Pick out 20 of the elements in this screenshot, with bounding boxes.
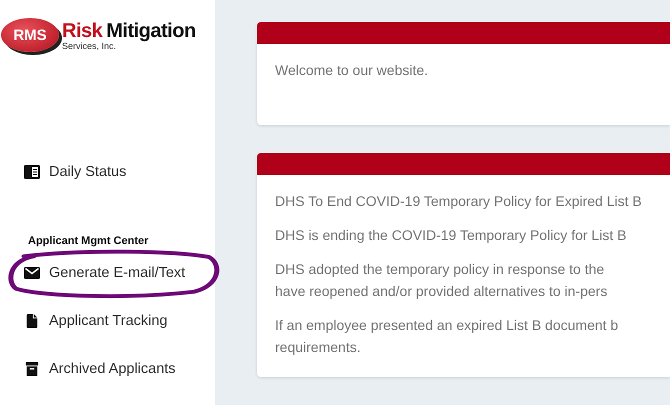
paragraph-line: DHS adopted the temporary policy in response to the: [275, 260, 606, 279]
paragraph-line: If an employee presented an expired List B document b: [275, 316, 620, 335]
paragraph-line: have reopened and/or provided alternatives to in-pers: [275, 282, 608, 301]
file-icon: [24, 314, 40, 328]
logo-word: Risk: [62, 20, 102, 42]
logo-word: Mitigation: [106, 20, 196, 42]
book-icon: [24, 165, 40, 179]
paragraph-line: Welcome to our website.: [275, 61, 430, 80]
paragraph-line: DHS is ending the COVID-19 Temporary Policy for List B: [275, 226, 628, 245]
envelope-icon: [24, 266, 40, 280]
nav-link[interactable]: Generate E-mail/Text: [24, 261, 186, 285]
nav-link[interactable]: Daily Status: [24, 160, 126, 184]
paragraph-line: requirements.: [275, 338, 362, 357]
archive-icon: [24, 362, 40, 376]
section-heading: Applicant Mgmt Center: [28, 235, 150, 247]
nav-link[interactable]: Archived Applicants: [24, 357, 176, 381]
logo-badge: RMS: [1, 18, 59, 52]
paragraph-line: DHS To End COVID-19 Temporary Policy for Expired List B: [275, 192, 643, 211]
nav-link[interactable]: Applicant Tracking: [24, 309, 168, 333]
logo-subtitle: Services, Inc.: [62, 40, 116, 50]
